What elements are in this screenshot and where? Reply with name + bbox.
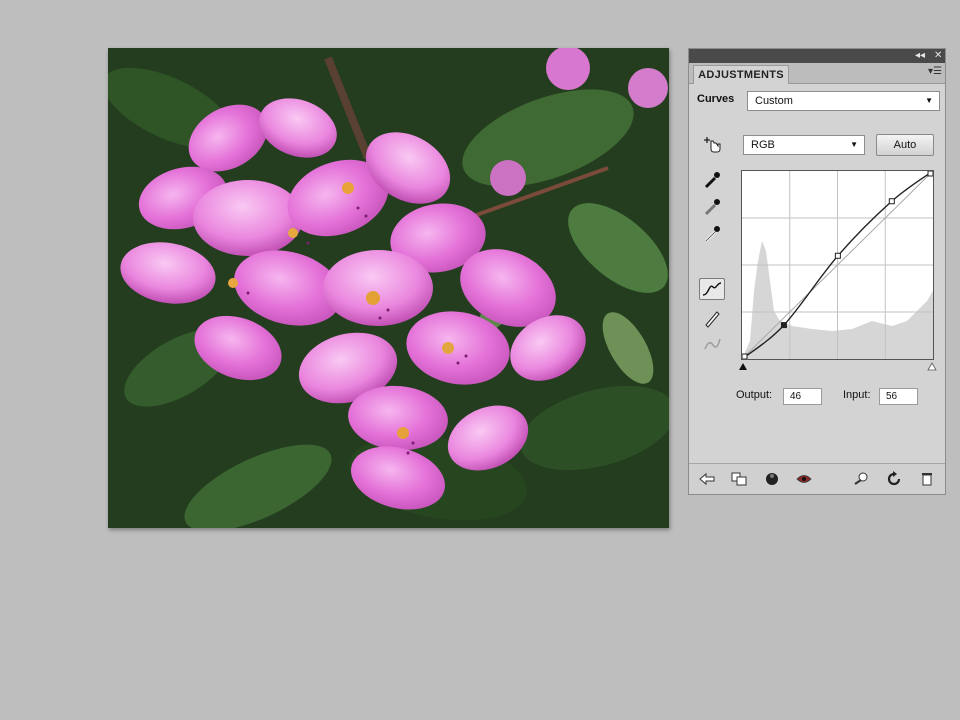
adjustment-name: Curves xyxy=(697,93,735,105)
curves-graph[interactable] xyxy=(741,170,934,360)
visibility-eye-icon[interactable] xyxy=(795,470,813,488)
curve-point[interactable] xyxy=(834,252,841,259)
black-point-eyedropper-icon[interactable] xyxy=(699,169,725,191)
targeted-adjustment-icon[interactable] xyxy=(699,133,725,155)
gradient-slider[interactable] xyxy=(738,360,938,372)
tab-adjustments[interactable]: ADJUSTMENTS xyxy=(693,65,789,84)
photo-canvas xyxy=(108,48,669,528)
curves-chart[interactable] xyxy=(741,170,934,360)
auto-button[interactable]: Auto xyxy=(876,134,934,156)
view-previous-state-icon[interactable] xyxy=(852,470,870,488)
curve-point[interactable] xyxy=(741,353,748,360)
panel-titlebar: ◂◂ ✕ xyxy=(689,49,945,63)
chevron-down-icon: ▼ xyxy=(850,140,858,149)
gray-point-eyedropper-icon[interactable] xyxy=(699,196,725,218)
trash-icon[interactable] xyxy=(918,470,936,488)
curve-point[interactable] xyxy=(927,170,934,177)
preset-select[interactable]: Custom ▼ xyxy=(747,91,940,111)
rhododendron-photo xyxy=(108,48,669,528)
input-label: Input: xyxy=(843,389,871,401)
channel-select[interactable]: RGB ▼ xyxy=(743,135,865,155)
channel-value: RGB xyxy=(751,139,775,151)
curve-point[interactable] xyxy=(888,198,895,205)
preset-value: Custom xyxy=(755,95,793,107)
curve-point[interactable] xyxy=(780,322,787,329)
clip-to-layer-icon[interactable] xyxy=(763,470,781,488)
panel-tab-row: ADJUSTMENTS ▾☰ xyxy=(689,63,945,84)
reset-icon[interactable] xyxy=(885,470,903,488)
curve-edit-icon[interactable] xyxy=(699,278,725,300)
return-to-list-icon[interactable] xyxy=(698,470,716,488)
panel-footer xyxy=(689,463,945,494)
output-label: Output: xyxy=(736,389,773,401)
black-point-slider[interactable] xyxy=(739,363,747,370)
collapse-icon[interactable]: ◂◂ xyxy=(915,49,925,63)
close-icon[interactable]: ✕ xyxy=(934,49,942,63)
expanded-view-icon[interactable] xyxy=(730,470,748,488)
output-field[interactable]: 46 xyxy=(783,388,822,405)
adjustments-panel: ◂◂ ✕ ADJUSTMENTS ▾☰ Curves Custom ▼ RGB … xyxy=(688,48,946,495)
pencil-icon[interactable] xyxy=(699,307,725,329)
white-point-slider[interactable] xyxy=(927,362,937,371)
input-field[interactable]: 56 xyxy=(879,388,918,405)
smooth-curve-icon[interactable] xyxy=(699,333,725,355)
chevron-down-icon: ▼ xyxy=(925,96,933,105)
panel-menu-icon[interactable]: ▾☰ xyxy=(928,67,942,77)
white-point-eyedropper-icon[interactable] xyxy=(699,223,725,245)
